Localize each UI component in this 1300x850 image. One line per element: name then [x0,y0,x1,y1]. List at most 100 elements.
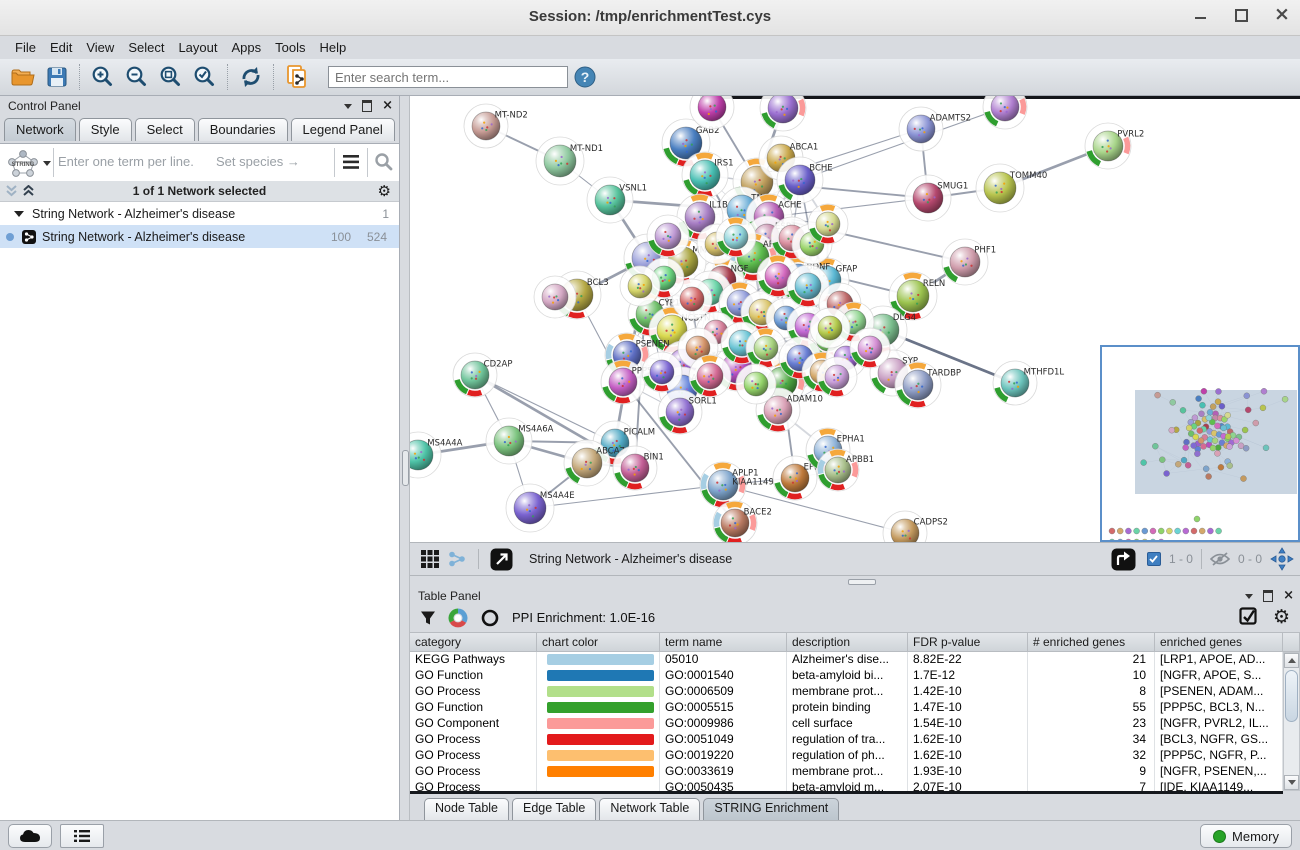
birds-eye-view[interactable] [1100,345,1300,542]
network-node[interactable]: TOMM40 [976,164,1047,212]
network-node[interactable] [850,328,890,368]
menu-apps[interactable]: Apps [225,38,269,57]
column-header-enriched-genes[interactable]: enriched genes [1155,632,1283,652]
minimize-button[interactable] [1194,8,1208,22]
table-row[interactable]: GO FunctionGO:0001540beta-amyloid bi...1… [410,668,1283,684]
zoom-selected-button[interactable] [188,62,222,92]
close-panel-icon[interactable]: × [1283,591,1294,601]
menu-select[interactable]: Select [121,38,171,57]
table-scrollbar[interactable] [1283,652,1300,791]
network-node[interactable]: BCHE [777,157,833,203]
network-node[interactable]: VSNL1 [587,177,647,223]
network-node[interactable] [534,276,576,318]
expanded-arrow-icon[interactable] [14,211,24,217]
scroll-down-button[interactable] [1284,775,1299,790]
select-rows-checkbox-icon[interactable] [1239,607,1259,627]
table-row[interactable]: GO ProcessGO:0050435beta-amyloid m...2.0… [410,780,1283,791]
network-node[interactable]: BIN1 [613,446,664,490]
network-node[interactable]: PHF1 [942,239,996,285]
network-node[interactable]: TARDBP [895,362,961,408]
tab-edge-table[interactable]: Edge Table [512,798,596,821]
tab-select[interactable]: Select [135,118,195,141]
network-node[interactable] [620,266,660,306]
column-header-FDR-p-value[interactable]: FDR p-value [908,632,1028,652]
fullscreen-network-button[interactable] [487,544,515,574]
selected-nodes-checkbox[interactable] [1147,552,1161,566]
network-node[interactable] [716,217,756,257]
tab-string-enrichment[interactable]: STRING Enrichment [703,798,839,821]
network-node[interactable]: SMUG1 [905,175,968,221]
chart-donut-icon[interactable] [448,608,468,628]
maximize-button[interactable] [1234,8,1248,22]
help-button[interactable]: ? [568,62,602,92]
network-node[interactable]: BACE2 [713,501,772,542]
table-row[interactable]: KEGG Pathways05010Alzheimer's dise...8.8… [410,652,1283,668]
import-network-button[interactable] [280,62,314,92]
network-node[interactable]: PVRL2 [1085,123,1144,169]
menu-view[interactable]: View [79,38,121,57]
enrichment-settings-gear-icon[interactable]: ⚙ [1273,606,1290,628]
table-row[interactable]: GO ProcessGO:0033619membrane prot...1.93… [410,764,1283,780]
open-session-button[interactable] [6,62,40,92]
scroll-thumb[interactable] [1285,670,1298,722]
vertical-splitter[interactable] [400,96,410,820]
scroll-up-button[interactable] [1284,653,1299,668]
network-node[interactable] [689,355,731,397]
tab-boundaries[interactable]: Boundaries [198,118,288,141]
task-list-button[interactable] [60,824,104,848]
cloud-button[interactable] [8,824,52,848]
search-input[interactable] [328,66,568,88]
menu-help[interactable]: Help [313,38,354,57]
network-collection-row[interactable]: String Network - Alzheimer's disease 1 [0,202,399,225]
splitter-grip[interactable] [402,450,409,486]
network-canvas[interactable]: MT-ND2MT-ND1VSNL1GAB2ADAMTS2PVRL2TOMM40S… [410,96,1300,542]
zoom-fit-button[interactable] [154,62,188,92]
tab-legend-panel[interactable]: Legend Panel [291,118,395,141]
network-node[interactable]: MS4A4E [506,484,575,532]
column-header-category[interactable]: category [410,632,537,652]
network-node[interactable]: MS4A4A [410,432,463,478]
network-node[interactable]: IRS1 [682,152,734,198]
tab-style[interactable]: Style [79,118,132,141]
network-node[interactable]: APBB1 [817,449,874,491]
menu-tools[interactable]: Tools [268,38,312,57]
string-search-icon[interactable] [374,152,394,172]
tab-network-table[interactable]: Network Table [599,798,700,821]
network-node[interactable] [810,308,850,348]
splitter-grip[interactable] [848,579,876,585]
float-panel-icon[interactable] [362,100,372,112]
network-node[interactable] [642,352,682,392]
string-logo[interactable]: STRING [5,148,41,178]
string-options-icon[interactable] [342,154,360,170]
network-node[interactable] [808,204,848,244]
network-node[interactable] [736,364,776,404]
network-node[interactable] [647,215,689,257]
network-node[interactable] [760,96,806,131]
menu-file[interactable]: File [8,38,43,57]
navigate-compass-icon[interactable] [1270,547,1294,571]
table-row[interactable]: GO ComponentGO:0009986cell surface1.54E-… [410,716,1283,732]
close-panel-icon[interactable]: × [382,101,393,111]
tab-network[interactable]: Network [4,118,76,141]
table-row[interactable]: GO ProcessGO:0006509membrane prot...1.42… [410,684,1283,700]
horizontal-splitter[interactable] [410,576,1300,586]
menu-edit[interactable]: Edit [43,38,79,57]
ring-chart-icon[interactable] [480,608,500,628]
column-header-chart-color[interactable]: chart color [537,632,660,652]
save-session-button[interactable] [40,62,74,92]
column-header-description[interactable]: description [787,632,908,652]
network-row[interactable]: String Network - Alzheimer's disease 100… [0,225,399,248]
panel-menu-icon[interactable] [344,104,352,109]
menu-layout[interactable]: Layout [171,38,224,57]
column-header-term-name[interactable]: term name [660,632,787,652]
close-button[interactable]: × [1274,8,1288,22]
table-row[interactable]: GO ProcessGO:0019220regulation of ph...1… [410,748,1283,764]
network-options-gear-icon[interactable]: ⚙ [378,182,391,200]
network-node[interactable] [817,357,857,397]
filter-icon[interactable] [420,610,436,626]
zoom-out-button[interactable] [120,62,154,92]
network-node[interactable]: MT-ND1 [536,137,603,185]
network-node[interactable]: CADPS2 [883,511,948,542]
string-query-input[interactable]: Enter one term per line. [58,154,194,169]
share-network-button[interactable] [444,544,470,574]
